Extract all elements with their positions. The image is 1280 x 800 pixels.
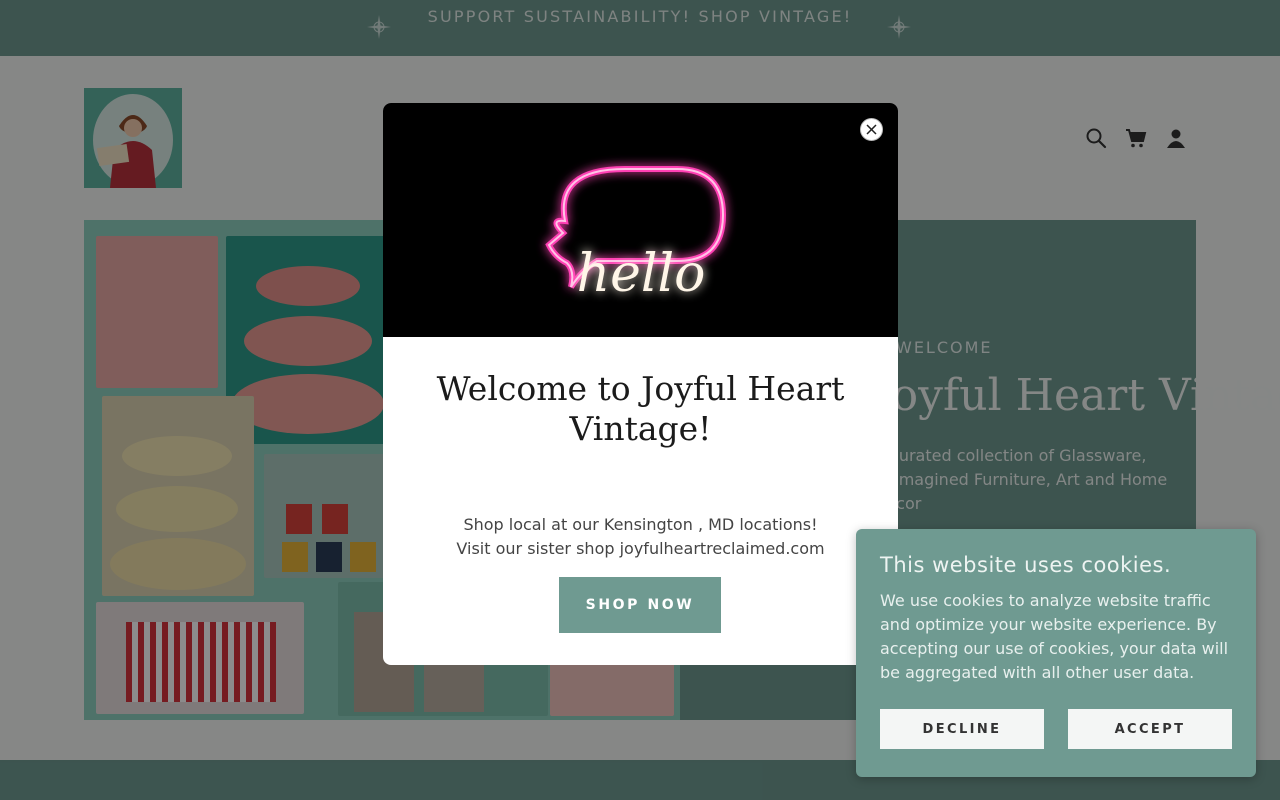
close-icon (866, 124, 877, 135)
welcome-modal: hello Welcome to Joyful Heart Vintage! S… (383, 103, 898, 665)
hello-neon-image: hello (383, 103, 898, 337)
hello-neon-text: hello (577, 244, 706, 304)
cookie-text: We use cookies to analyze website traffi… (880, 591, 1229, 682)
cookie-banner: This website uses cookies. We use cookie… (856, 529, 1256, 777)
modal-title: Welcome to Joyful Heart Vintage! (436, 369, 845, 448)
close-modal-button[interactable] (860, 118, 883, 141)
modal-body: Shop local at our Kensington , MD locati… (383, 513, 898, 561)
modal-text-line: Visit our sister shop joyfulheartreclaim… (456, 539, 825, 558)
shop-now-button[interactable]: SHOP NOW (559, 577, 721, 633)
modal-text-line: Shop local at our Kensington , MD locati… (463, 515, 818, 534)
accept-cookies-button[interactable]: ACCEPT (1068, 709, 1232, 749)
decline-cookies-button[interactable]: DECLINE (880, 709, 1044, 749)
cookie-title: This website uses cookies. (880, 553, 1172, 577)
